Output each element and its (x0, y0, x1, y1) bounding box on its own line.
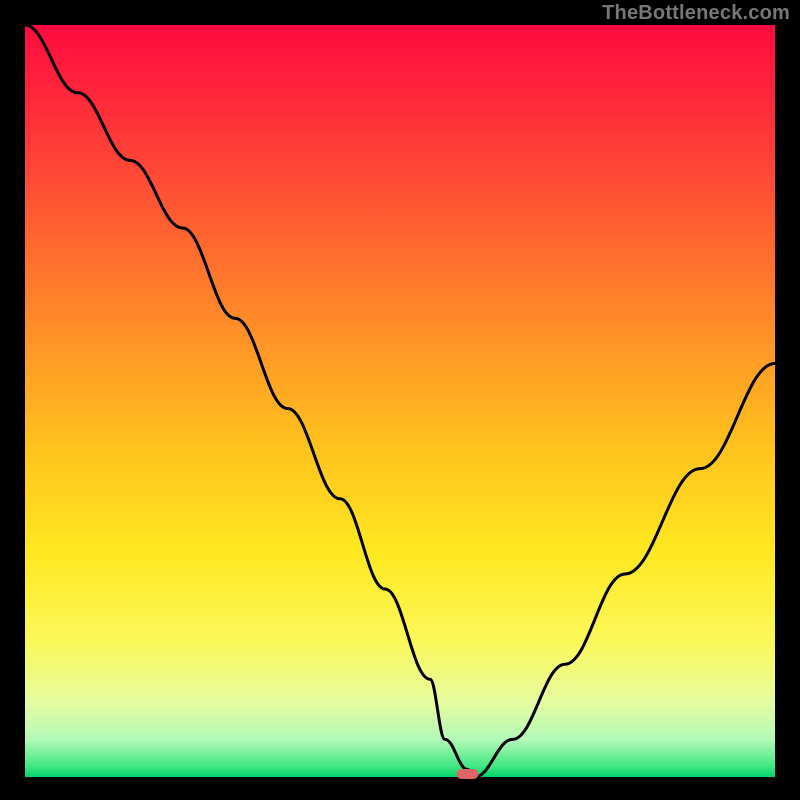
watermark-text: TheBottleneck.com (602, 2, 790, 25)
bottleneck-chart (0, 0, 800, 800)
chart-frame: { "watermark": "TheBottleneck.com", "cha… (0, 0, 800, 800)
optimum-marker (457, 769, 479, 779)
chart-gradient-bg (25, 25, 775, 777)
